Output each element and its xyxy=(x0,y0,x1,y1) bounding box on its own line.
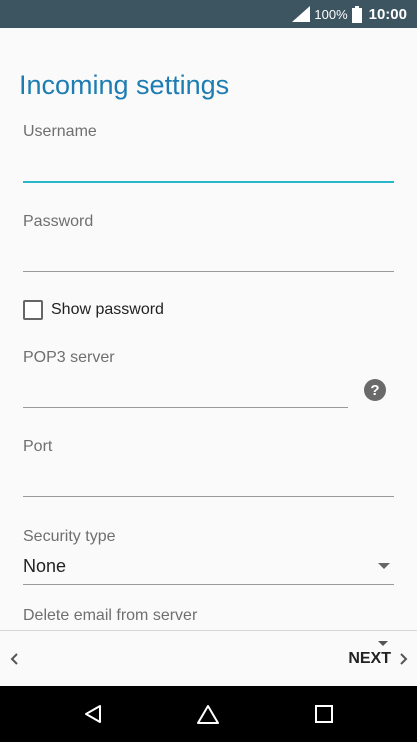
security-type-underline xyxy=(23,584,394,585)
recents-nav-icon[interactable] xyxy=(312,702,336,726)
server-field[interactable] xyxy=(23,407,348,408)
page-title: Incoming settings xyxy=(19,70,230,100)
password-field[interactable] xyxy=(23,271,394,272)
delete-email-label: Delete email from server xyxy=(23,607,198,624)
bottom-action-bar: NEXT xyxy=(0,630,417,686)
chevron-left-icon[interactable] xyxy=(6,647,22,671)
help-icon[interactable]: ? xyxy=(364,379,386,401)
chevron-right-icon xyxy=(400,653,408,665)
security-type-select[interactable]: None xyxy=(23,556,66,577)
status-bar: 100% 10:00 xyxy=(0,0,417,28)
port-label: Port xyxy=(23,438,53,455)
signal-icon xyxy=(292,6,311,22)
show-password-checkbox[interactable] xyxy=(23,300,43,320)
username-field[interactable] xyxy=(23,181,394,183)
password-label: Password xyxy=(23,213,94,230)
username-label: Username xyxy=(23,123,97,140)
show-password-label[interactable]: Show password xyxy=(51,301,164,319)
port-field[interactable] xyxy=(23,496,394,497)
navigation-bar xyxy=(0,686,417,742)
dropdown-arrow-icon[interactable] xyxy=(378,563,390,569)
settings-form[interactable]: Incoming settings Username Password Show… xyxy=(0,28,417,630)
status-indicators: 100% 10:00 xyxy=(292,0,407,28)
server-label: POP3 server xyxy=(23,349,115,366)
battery-icon xyxy=(351,5,362,23)
next-label: NEXT xyxy=(348,650,391,667)
security-type-label: Security type xyxy=(23,528,116,545)
clock: 10:00 xyxy=(368,5,407,23)
home-nav-icon[interactable] xyxy=(196,702,220,726)
battery-percentage: 100% xyxy=(314,6,348,22)
back-nav-icon[interactable] xyxy=(81,702,105,726)
next-button[interactable]: NEXT xyxy=(348,643,409,675)
